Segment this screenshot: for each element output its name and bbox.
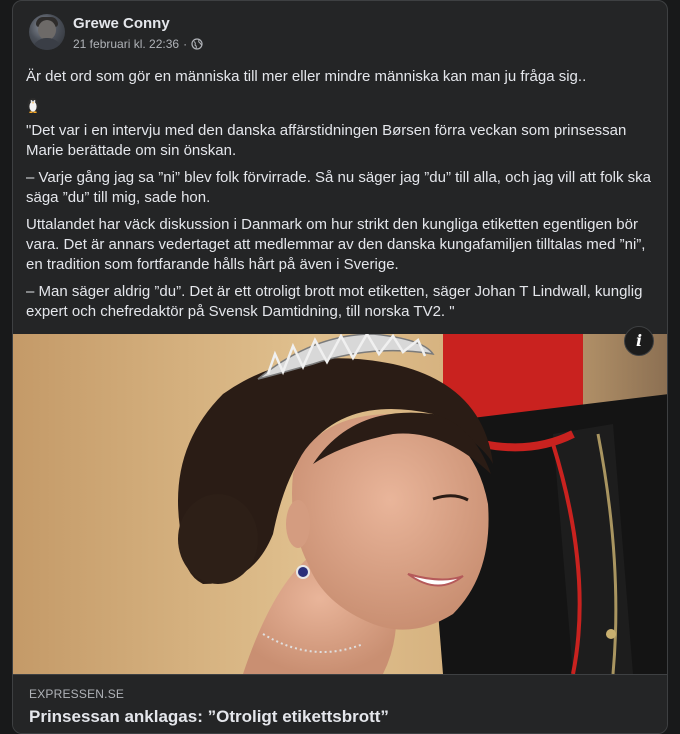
post-text: Är det ord som gör en människa till mer …	[26, 67, 656, 329]
link-preview[interactable]: EXPRESSEN.SE Prinsessan anklagas: ”Otrol…	[13, 674, 667, 733]
author-name[interactable]: Grewe Conny	[73, 15, 170, 32]
link-preview-image[interactable]	[13, 334, 667, 674]
emoji-line	[26, 94, 656, 114]
info-button[interactable]: i	[624, 326, 654, 356]
link-domain: EXPRESSEN.SE	[29, 687, 125, 701]
avatar[interactable]	[29, 14, 65, 50]
penguin-emoji-icon	[27, 98, 39, 114]
post-paragraph: – Man säger aldrig ”du”. Det är ett otro…	[26, 283, 643, 320]
post-paragraph: "Det var i en intervju med den danska af…	[26, 122, 627, 159]
globe-icon	[191, 38, 203, 50]
post-paragraph: Är det ord som gör en människa till mer …	[26, 68, 587, 85]
portrait-illustration	[13, 334, 667, 674]
post-card: Grewe Conny 21 februari kl. 22:36 · Är d…	[12, 0, 668, 734]
link-title[interactable]: Prinsessan anklagas: ”Otroligt etikettsb…	[29, 707, 389, 727]
post-paragraph: Uttalandet har väck diskussion i Danmark…	[26, 216, 646, 273]
meta-separator: ·	[183, 37, 188, 51]
post-paragraph: – Varje gång jag sa ”ni” blev folk förvi…	[26, 169, 652, 206]
post-meta: 21 februari kl. 22:36 ·	[73, 37, 203, 51]
post-timestamp[interactable]: 21 februari kl. 22:36	[73, 37, 179, 51]
